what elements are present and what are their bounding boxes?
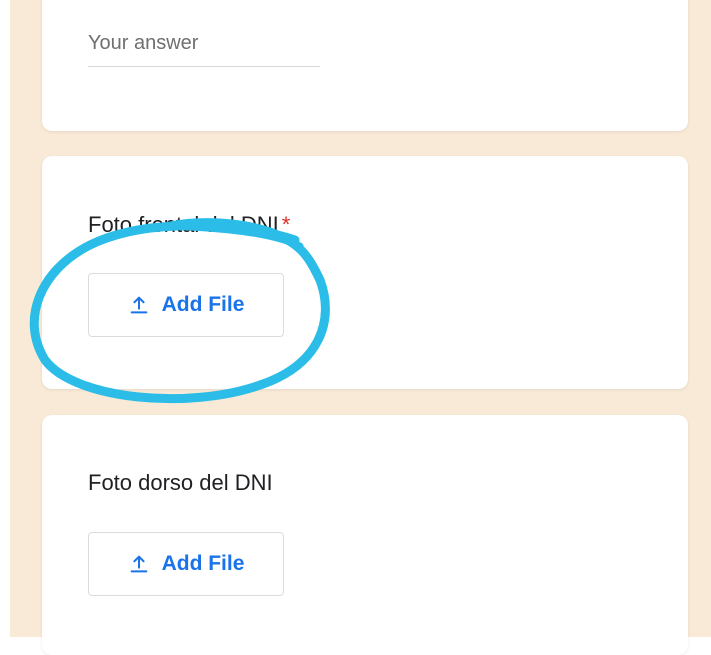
upload-icon <box>130 296 147 314</box>
question-title-text: Foto dorso del DNI <box>88 470 273 495</box>
question-title: Foto frontal del DNI * <box>88 212 290 238</box>
upload-icon <box>130 555 147 573</box>
question-title: Foto dorso del DNI <box>88 470 273 496</box>
question-card-front-dni: Foto frontal del DNI * Add File <box>42 156 688 389</box>
question-card-back-dni: Foto dorso del DNI Add File <box>42 415 688 655</box>
answer-placeholder: Your answer <box>88 32 199 54</box>
short-answer-input[interactable]: Your answer <box>88 32 320 67</box>
add-file-label: Add File <box>161 293 245 316</box>
required-asterisk: * <box>281 212 291 237</box>
question-title-text: Foto frontal del DNI <box>88 212 279 237</box>
question-card-previous: Your answer <box>42 0 688 131</box>
add-file-button[interactable]: Add File <box>88 273 284 337</box>
add-file-button[interactable]: Add File <box>88 532 284 596</box>
add-file-label: Add File <box>161 552 245 575</box>
